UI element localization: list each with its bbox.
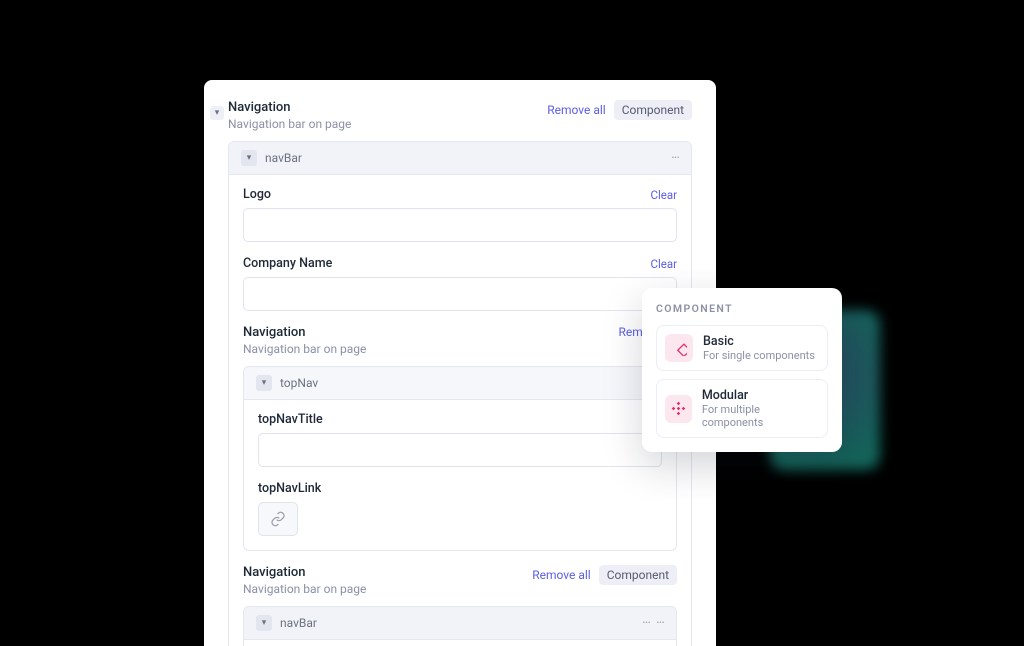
field-label: topNavLink (258, 481, 321, 496)
more-menu-icon[interactable]: ··· (656, 616, 664, 630)
section-title: Navigation (243, 325, 366, 340)
clear-link[interactable]: Clear (650, 257, 677, 271)
collapse-icon[interactable]: ▾ (210, 106, 224, 120)
editor-panel: ▾ Navigation Navigation bar on page Remo… (204, 80, 716, 646)
card-topnav: ▾ topNav topNavTitle (243, 366, 677, 551)
section-subtitle: Navigation bar on page (243, 582, 366, 596)
link-icon[interactable] (258, 502, 298, 536)
popover-heading: COMPONENT (656, 302, 828, 315)
field-label: Logo (243, 187, 271, 202)
topnav-title-input[interactable] (258, 433, 662, 467)
section-navigation-1: ▾ Navigation Navigation bar on page Remo… (228, 100, 692, 646)
card-name: navBar (265, 151, 302, 165)
collapse-icon[interactable]: ▾ (256, 615, 272, 631)
popover-item-basic[interactable]: Basic For single components (656, 325, 828, 371)
more-menu-icon[interactable]: ··· (642, 616, 650, 630)
card-name: topNav (280, 376, 318, 390)
more-menu-icon[interactable]: ··· (671, 151, 679, 165)
component-popover: COMPONENT Basic For single components Mo… (642, 288, 842, 452)
popover-item-sub: For single components (703, 349, 815, 362)
field-logo: Logo Clear (243, 187, 677, 242)
grid-diamond-icon (665, 395, 692, 423)
clear-link[interactable]: Clear (650, 188, 677, 202)
popover-item-modular[interactable]: Modular For multiple components (656, 379, 828, 438)
field-label: topNavTitle (258, 412, 323, 427)
component-chip[interactable]: Component (614, 100, 692, 120)
section-subtitle: Navigation bar on page (228, 117, 351, 131)
component-chip[interactable]: Component (599, 565, 677, 585)
diamond-icon (665, 334, 693, 362)
field-topnav-link: topNavLink (258, 481, 662, 536)
popover-item-title: Basic (703, 334, 815, 349)
section-navigation-3: Navigation Navigation bar on page Remove… (243, 565, 677, 646)
remove-all-link[interactable]: Remove all (532, 568, 590, 582)
logo-input[interactable] (243, 208, 677, 242)
card-navbar-2: ▾ navBar ··· ··· subNavTitle (243, 606, 677, 646)
popover-item-title: Modular (702, 388, 819, 403)
collapse-icon[interactable]: ▾ (241, 150, 257, 166)
section-title: Navigation (243, 565, 366, 580)
field-topnav-title: topNavTitle (258, 412, 662, 467)
section-title: Navigation (228, 100, 351, 115)
card-navbar: ▾ navBar ··· Logo Clear Company (228, 141, 692, 646)
collapse-icon[interactable]: ▾ (256, 375, 272, 391)
remove-all-link[interactable]: Remove all (547, 103, 605, 117)
popover-item-sub: For multiple components (702, 403, 819, 429)
company-name-select[interactable] (243, 277, 677, 311)
field-label: Company Name (243, 256, 332, 271)
card-name: navBar (280, 616, 317, 630)
field-company-name: Company Name Clear ▾ (243, 256, 677, 311)
section-navigation-2: Navigation Navigation bar on page Remove… (243, 325, 677, 551)
section-subtitle: Navigation bar on page (243, 342, 366, 356)
